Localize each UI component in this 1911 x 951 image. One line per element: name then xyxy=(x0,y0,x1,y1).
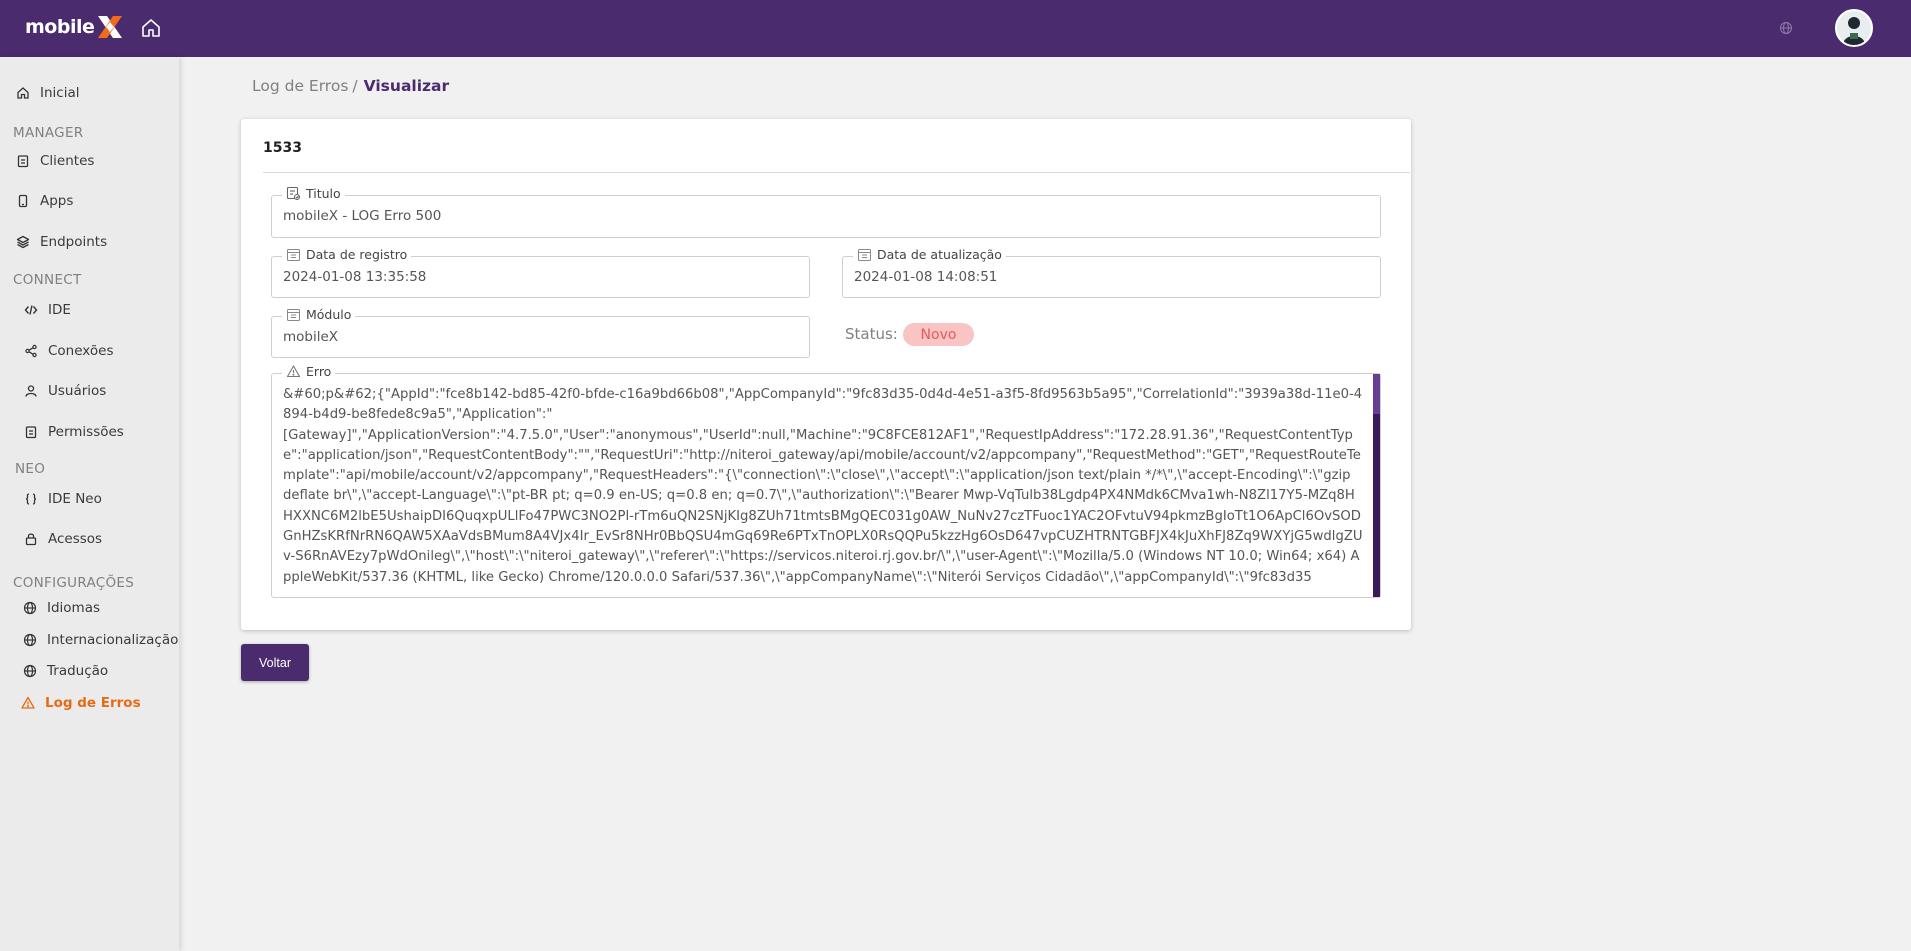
sidebar-item-label: Permissões xyxy=(48,424,124,440)
sidebar-item-label: Inicial xyxy=(40,85,80,101)
erro-label: Erro xyxy=(306,364,332,379)
clipboard-icon xyxy=(25,426,37,439)
sidebar-item-label: Clientes xyxy=(40,153,95,169)
breadcrumb-separator: / xyxy=(352,77,358,95)
section-connect: CONNECT xyxy=(13,272,82,288)
sidebar-item-ide-neo[interactable]: IDE Neo xyxy=(24,487,102,511)
sidebar-item-traducao[interactable]: Tradução xyxy=(23,659,108,683)
clipboard-icon xyxy=(17,155,29,168)
globe-icon xyxy=(23,664,37,678)
section-neo: NEO xyxy=(15,461,46,477)
home-icon[interactable] xyxy=(139,16,163,40)
language-globe-icon[interactable] xyxy=(1779,20,1793,34)
sidebar-item-endpoints[interactable]: Endpoints xyxy=(16,230,107,254)
sidebar-item-idiomas[interactable]: Idiomas xyxy=(23,596,100,620)
data-registro-value: 2024-01-08 13:35:58 xyxy=(283,269,427,285)
sidebar-item-label: Idiomas xyxy=(47,600,101,616)
status-badge: Novo xyxy=(903,323,974,346)
modulo-label: Módulo xyxy=(306,307,352,322)
modulo-value: mobileX xyxy=(283,329,339,345)
modulo-legend: Módulo xyxy=(282,307,356,322)
layers-icon xyxy=(16,235,30,249)
data-atualizacao-label: Data de atualização xyxy=(877,247,1002,262)
section-manager: MANAGER xyxy=(13,125,84,141)
data-registro-field[interactable]: Data de registro 2024-01-08 13:35:58 xyxy=(271,247,810,298)
data-registro-legend: Data de registro xyxy=(282,247,412,262)
globe-icon xyxy=(23,633,37,647)
sidebar-item-clientes[interactable]: Clientes xyxy=(16,149,94,173)
sidebar-item-internacionalizacao[interactable]: Internacionalização xyxy=(23,628,178,652)
home-icon xyxy=(17,87,29,99)
user-icon xyxy=(25,385,37,397)
erro-value: &#60;p&#62;{"AppId":"fce8b142-bd85-42f0-… xyxy=(283,387,1363,585)
sidebar-item-apps[interactable]: Apps xyxy=(16,189,73,213)
erro-scrollbar[interactable] xyxy=(1373,374,1380,597)
sidebar-item-label: IDE xyxy=(48,302,71,318)
breadcrumb-parent[interactable]: Log de Erros xyxy=(252,77,348,95)
data-atualizacao-value: 2024-01-08 14:08:51 xyxy=(854,269,998,285)
titulo-value: mobileX - LOG Erro 500 xyxy=(283,208,442,224)
app-logo[interactable]: mobile xyxy=(25,12,125,42)
sidebar-item-inicial[interactable]: Inicial xyxy=(16,81,80,105)
erro-field[interactable]: Erro &#60;p&#62;{"AppId":"fce8b142-bd85-… xyxy=(271,364,1381,598)
sidebar-item-label: Usuários xyxy=(48,383,107,399)
record-card: 1533 Titulo mobileX - LOG Erro 500 Data … xyxy=(241,119,1411,630)
erro-scroll-thumb[interactable] xyxy=(1373,374,1380,414)
lock-icon xyxy=(25,533,37,546)
titulo-legend: Titulo xyxy=(282,186,345,201)
warning-icon xyxy=(21,696,35,709)
sidebar-item-label: Endpoints xyxy=(40,234,108,250)
top-bar: mobile xyxy=(0,0,1911,57)
sidebar-item-label: Conexões xyxy=(48,343,114,359)
sidebar-item-acessos[interactable]: Acessos xyxy=(24,527,102,551)
share-icon xyxy=(25,344,37,358)
modulo-field[interactable]: Módulo mobileX xyxy=(271,307,810,358)
sidebar-item-label: Acessos xyxy=(48,531,103,547)
record-id: 1533 xyxy=(263,140,302,156)
sidebar-item-label: Log de Erros xyxy=(45,695,141,711)
titulo-label: Titulo xyxy=(306,186,341,201)
data-registro-label: Data de registro xyxy=(306,247,408,262)
document-icon xyxy=(286,186,301,201)
calendar-icon xyxy=(287,249,300,261)
sidebar-item-usuarios[interactable]: Usuários xyxy=(24,379,106,403)
breadcrumb: Log de Erros / Visualizar xyxy=(252,77,449,95)
sidebar-item-label: IDE Neo xyxy=(48,491,102,507)
titulo-field[interactable]: Titulo mobileX - LOG Erro 500 xyxy=(271,186,1381,238)
sidebar-item-log-de-erros[interactable]: Log de Erros xyxy=(21,691,141,715)
user-avatar[interactable] xyxy=(1835,9,1873,47)
calendar-icon xyxy=(287,309,300,321)
data-atualizacao-legend: Data de atualização xyxy=(853,247,1006,262)
back-button[interactable]: Voltar xyxy=(241,644,309,681)
globe-icon xyxy=(23,601,37,615)
logo-x-icon xyxy=(98,16,123,38)
data-atualizacao-field[interactable]: Data de atualização 2024-01-08 14:08:51 xyxy=(842,247,1381,298)
sidebar-item-ide[interactable]: IDE xyxy=(24,298,71,322)
sidebar-item-conexoes[interactable]: Conexões xyxy=(24,339,113,363)
sidebar-item-label: Internacionalização xyxy=(47,632,179,648)
sidebar-item-permissoes[interactable]: Permissões xyxy=(24,420,124,444)
sidebar-item-label: Tradução xyxy=(47,663,109,679)
sidebar: Inicial MANAGER Clientes Apps Endpoints … xyxy=(0,57,179,951)
card-divider xyxy=(263,172,1410,173)
logo-text: mobile xyxy=(25,16,95,38)
warning-icon xyxy=(286,365,301,378)
braces-icon xyxy=(25,493,37,505)
phone-icon xyxy=(18,194,28,208)
code-icon xyxy=(24,305,38,315)
calendar-icon xyxy=(858,249,871,261)
erro-legend: Erro xyxy=(282,364,336,379)
status-label: Status: xyxy=(845,325,898,343)
sidebar-item-label: Apps xyxy=(40,193,74,209)
section-configuracoes: CONFIGURAÇÕES xyxy=(13,575,135,591)
breadcrumb-current: Visualizar xyxy=(363,77,450,95)
